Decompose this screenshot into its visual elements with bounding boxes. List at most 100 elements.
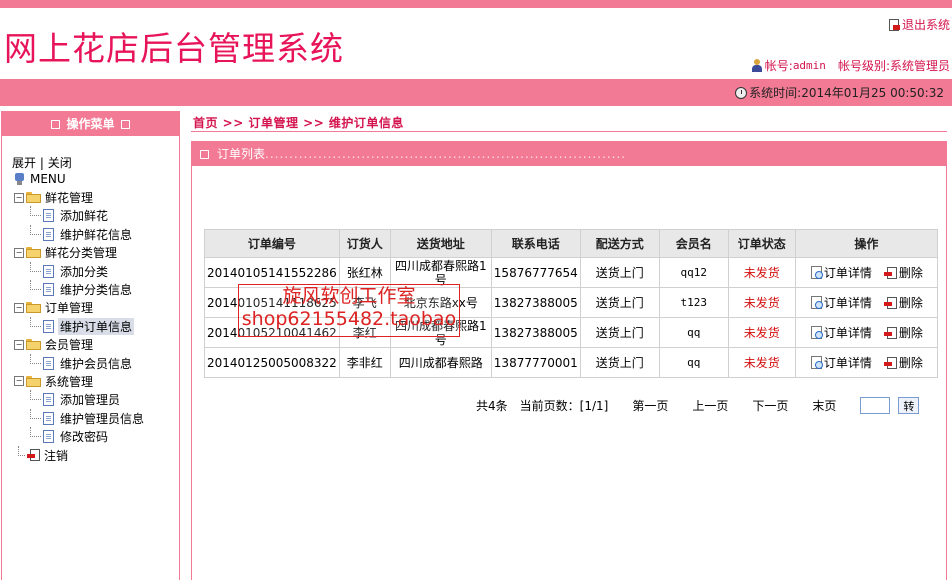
phone: 13877770001 — [490, 347, 581, 378]
actions: 订单详情 删除 — [794, 347, 939, 378]
go-button[interactable]: 转 — [898, 397, 920, 414]
table-header-row: 订单编号 订货人 送货地址 联系电话 配送方式 会员名 订单状态 操作 — [204, 229, 939, 258]
col-order-id: 订单编号 — [204, 229, 340, 258]
order-detail-button[interactable]: 订单详情 — [810, 264, 872, 281]
page-icon — [43, 411, 54, 425]
member: qq12 — [658, 257, 729, 288]
folder-icon — [26, 339, 41, 351]
col-shipping: 配送方式 — [579, 229, 660, 258]
col-status: 订单状态 — [727, 229, 796, 258]
page-icon — [43, 264, 54, 278]
current-page: 当前页数：[1/1] — [519, 399, 609, 413]
top-accent-bar — [0, 0, 952, 8]
menu-item-manage-category[interactable]: 维护分类信息 — [14, 280, 146, 298]
menu-group-flower[interactable]: − 鲜花管理 — [14, 188, 146, 206]
collapse-icon: − — [14, 192, 24, 203]
menu-group-category[interactable]: − 鲜花分类管理 — [14, 244, 146, 262]
page-icon — [43, 430, 54, 444]
menu-group-system[interactable]: − 系统管理 — [14, 372, 146, 390]
panel-header: 订单列表....................................… — [192, 142, 946, 166]
pagination: 共4条 当前页数：[1/1] 第一页 上一页 下一页 末页 转 — [476, 397, 920, 414]
menu-item-manage-admin[interactable]: 维护管理员信息 — [14, 408, 146, 427]
breadcrumb-divider — [191, 131, 947, 132]
prev-page-link[interactable]: 上一页 — [692, 397, 728, 414]
logout-link[interactable]: 退出系统 — [888, 16, 950, 33]
delete-button[interactable]: 删除 — [883, 264, 923, 281]
col-member: 会员名 — [658, 229, 729, 258]
collapse-link[interactable]: 关闭 — [48, 156, 72, 170]
expand-link[interactable]: 展开 — [12, 156, 36, 170]
status: 未发货 — [727, 347, 796, 378]
table-row: 20140105141552286 张红林 四川成都春熙路1号 15876777… — [204, 257, 939, 288]
address: 四川成都春熙路1号 — [389, 257, 492, 288]
folder-icon — [26, 302, 41, 314]
magnifier-icon — [810, 265, 823, 279]
col-phone: 联系电话 — [490, 229, 581, 258]
divider: | — [39, 156, 44, 170]
exit-icon — [888, 18, 900, 31]
magnifier-icon — [810, 295, 823, 309]
folder-icon — [26, 247, 41, 259]
account-label: 帐号: — [764, 59, 793, 73]
level-label: 帐号级别: — [837, 59, 890, 73]
delete-button[interactable]: 删除 — [883, 294, 923, 311]
panel-dots: ........................................… — [265, 147, 627, 161]
clock-icon — [735, 86, 748, 99]
order-id: 20140125005008322 — [204, 347, 340, 378]
order-detail-button[interactable]: 订单详情 — [810, 324, 872, 341]
page-icon — [43, 356, 54, 370]
page-number-input[interactable] — [860, 397, 891, 414]
menu-group-member[interactable]: − 会员管理 — [14, 336, 146, 354]
table-row: 20140125005008322 李非红 四川成都春熙路 1387777000… — [204, 347, 939, 378]
site-title: 网上花店后台管理系统 — [4, 29, 344, 68]
member: qq — [658, 317, 729, 348]
menu-item-manage-flower[interactable]: 维护鲜花信息 — [14, 224, 146, 243]
col-actions: 操作 — [794, 229, 939, 258]
user-icon — [751, 59, 762, 72]
menu-tree: MENU − 鲜花管理 添加鲜花 维护鲜花信息 − 鲜花分类管理 添加分类 维护分类… — [14, 170, 146, 464]
menu-logout[interactable]: 注销 — [14, 445, 146, 464]
col-address: 送货地址 — [389, 229, 492, 258]
page-icon — [43, 209, 54, 223]
menu-item-add-admin[interactable]: 添加管理员 — [14, 390, 146, 409]
menu-item-manage-member[interactable]: 维护会员信息 — [14, 353, 146, 372]
menu-root[interactable]: MENU — [14, 170, 146, 188]
magnifier-icon — [810, 355, 823, 369]
actions: 订单详情 删除 — [794, 287, 939, 318]
watermark-line2: shop62155482.taobao — [241, 308, 457, 330]
delete-icon — [883, 326, 897, 339]
order-id: 20140105141552286 — [204, 257, 340, 288]
last-page-link[interactable]: 末页 — [812, 397, 836, 414]
first-page-link[interactable]: 第一页 — [632, 397, 668, 414]
menu-item-add-flower[interactable]: 添加鲜花 — [14, 206, 146, 225]
computer-icon — [14, 172, 25, 186]
watermark: 旋风软创工作室 shop62155482.taobao — [238, 284, 460, 337]
phone: 13827388005 — [490, 287, 581, 318]
address: 四川成都春熙路 — [389, 347, 492, 378]
order-detail-button[interactable]: 订单详情 — [810, 354, 872, 371]
delete-icon — [883, 356, 897, 369]
menu-item-add-category[interactable]: 添加分类 — [14, 261, 146, 280]
member: t123 — [658, 287, 729, 318]
actions: 订单详情 删除 — [794, 317, 939, 348]
delete-button[interactable]: 删除 — [883, 324, 923, 341]
delete-button[interactable]: 删除 — [883, 354, 923, 371]
member: qq — [658, 347, 729, 378]
time-value: 2014年01月25 00:50:32 — [801, 86, 944, 100]
level-value: 系统管理员 — [889, 59, 950, 73]
square-icon — [200, 150, 209, 159]
folder-icon — [26, 375, 41, 387]
customer: 李非红 — [338, 347, 391, 378]
collapse-icon: − — [14, 302, 24, 313]
phone: 13827388005 — [490, 317, 581, 348]
menu-item-change-password[interactable]: 修改密码 — [14, 427, 146, 445]
menu-group-order[interactable]: − 订单管理 — [14, 299, 146, 317]
status: 未发货 — [727, 257, 796, 288]
next-page-link[interactable]: 下一页 — [752, 397, 788, 414]
total-count: 共4条 — [476, 399, 508, 413]
sidebar-title: 操作菜单 — [66, 117, 115, 131]
logout-label: 退出系统 — [901, 18, 950, 32]
order-detail-button[interactable]: 订单详情 — [810, 294, 872, 311]
menu-item-manage-order[interactable]: 维护订单信息 — [14, 316, 146, 335]
watermark-line1: 旋风软创工作室 — [282, 285, 416, 307]
